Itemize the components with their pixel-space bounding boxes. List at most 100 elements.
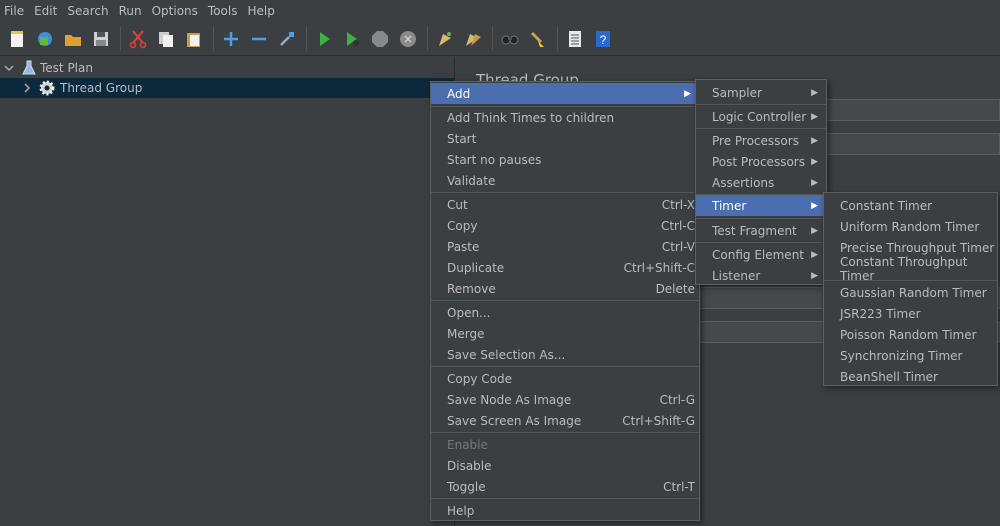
- menu-item-label: Remove: [447, 281, 496, 296]
- menu-search[interactable]: Search: [67, 4, 108, 18]
- timer-submenu: Constant Timer Uniform Random Timer Prec…: [823, 192, 998, 386]
- menu-item-validate[interactable]: Validate: [431, 170, 699, 191]
- menu-separator: [696, 128, 826, 129]
- chevron-down-icon[interactable]: [4, 63, 14, 73]
- chevron-right-icon[interactable]: [22, 83, 32, 93]
- menu-tools[interactable]: Tools: [208, 4, 238, 18]
- menu-item-uniform-random-timer[interactable]: Uniform Random Timer: [824, 216, 997, 237]
- menu-item-label: Synchronizing Timer: [840, 348, 963, 363]
- menu-item-label: Copy: [447, 218, 478, 233]
- start-no-pauses-icon[interactable]: [341, 28, 363, 50]
- open-icon[interactable]: [62, 28, 84, 50]
- menu-item-label: BeanShell Timer: [840, 369, 938, 384]
- menu-item-synchronizing-timer[interactable]: Synchronizing Timer: [824, 345, 997, 366]
- menu-item-timer[interactable]: Timer ▶: [696, 195, 826, 216]
- stop-icon[interactable]: [369, 28, 391, 50]
- menu-item-label: Add Think Times to children: [447, 110, 615, 125]
- svg-text:?: ?: [600, 33, 607, 47]
- shortcut-label: Ctrl+Shift-G: [622, 413, 695, 428]
- menu-item-label: Enable: [447, 437, 488, 452]
- expand-icon[interactable]: [220, 28, 242, 50]
- menu-item-copy-code[interactable]: Copy Code: [431, 368, 699, 389]
- menu-item-constant-throughput-timer[interactable]: Constant Throughput Timer: [824, 255, 997, 283]
- chevron-right-icon: ▶: [811, 135, 818, 146]
- menu-item-constant-timer[interactable]: Constant Timer: [824, 195, 997, 216]
- menu-item-label: Constant Throughput Timer: [840, 254, 968, 283]
- cut-icon[interactable]: [127, 28, 149, 50]
- shortcut-label: Ctrl-G: [659, 392, 695, 407]
- templates-icon[interactable]: [34, 28, 56, 50]
- chevron-right-icon: ▶: [811, 249, 818, 260]
- menu-item-paste[interactable]: Paste Ctrl-V: [431, 236, 699, 257]
- menu-item-label: Gaussian Random Timer: [840, 285, 987, 300]
- menu-item-assertions[interactable]: Assertions ▶: [696, 172, 826, 193]
- shortcut-label: Ctrl-C: [660, 218, 695, 233]
- new-icon[interactable]: [6, 28, 28, 50]
- menu-item-label: Sampler: [712, 85, 762, 100]
- collapse-icon[interactable]: [248, 28, 270, 50]
- tree-node-thread-group[interactable]: Thread Group: [0, 78, 455, 98]
- menu-item-merge[interactable]: Merge: [431, 323, 699, 344]
- menu-item-label: Paste: [447, 239, 480, 254]
- gear-icon: [38, 79, 56, 97]
- name-field[interactable]: [822, 99, 1000, 121]
- menu-item-save-selection-as[interactable]: Save Selection As...: [431, 344, 699, 365]
- menu-item-toggle[interactable]: Toggle Ctrl-T: [431, 476, 699, 497]
- save-icon[interactable]: [90, 28, 112, 50]
- menu-item-logic-controller[interactable]: Logic Controller ▶: [696, 106, 826, 127]
- menu-item-open[interactable]: Open...: [431, 302, 699, 323]
- menu-item-copy[interactable]: Copy Ctrl-C: [431, 215, 699, 236]
- menu-item-poisson-random-timer[interactable]: Poisson Random Timer: [824, 324, 997, 345]
- menu-help[interactable]: Help: [247, 4, 274, 18]
- start-icon[interactable]: [313, 28, 335, 50]
- menu-file[interactable]: File: [4, 4, 24, 18]
- menu-edit[interactable]: Edit: [34, 4, 57, 18]
- menu-item-beanshell-timer[interactable]: BeanShell Timer: [824, 366, 997, 387]
- menu-item-add[interactable]: Add ▶: [431, 83, 699, 104]
- menu-item-label: Copy Code: [447, 371, 512, 386]
- menu-item-disable[interactable]: Disable: [431, 455, 699, 476]
- menu-item-config-element[interactable]: Config Element ▶: [696, 244, 826, 265]
- menu-item-gaussian-random-timer[interactable]: Gaussian Random Timer: [824, 282, 997, 303]
- menu-item-label: Save Screen As Image: [447, 413, 582, 428]
- menu-item-start[interactable]: Start: [431, 128, 699, 149]
- menu-item-test-fragment[interactable]: Test Fragment ▶: [696, 220, 826, 241]
- toggle-icon[interactable]: [276, 28, 298, 50]
- menu-item-sampler[interactable]: Sampler ▶: [696, 82, 826, 103]
- chevron-right-icon: ▶: [811, 200, 818, 211]
- menu-item-save-node-as-image[interactable]: Save Node As Image Ctrl-G: [431, 389, 699, 410]
- clear-icon[interactable]: [434, 28, 456, 50]
- menu-item-pre-processors[interactable]: Pre Processors ▶: [696, 130, 826, 151]
- comments-field[interactable]: [822, 133, 1000, 155]
- toolbar-separator: [492, 26, 493, 51]
- clear-all-icon[interactable]: [462, 28, 484, 50]
- chevron-right-icon: ▶: [811, 111, 818, 122]
- shutdown-icon[interactable]: [397, 28, 419, 50]
- menu-separator: [431, 366, 699, 367]
- menu-item-listener[interactable]: Listener ▶: [696, 265, 826, 286]
- paste-icon[interactable]: [183, 28, 205, 50]
- menu-item-label: Validate: [447, 173, 496, 188]
- menu-run[interactable]: Run: [119, 4, 142, 18]
- menu-item-cut[interactable]: Cut Ctrl-X: [431, 194, 699, 215]
- menu-item-jsr223-timer[interactable]: JSR223 Timer: [824, 303, 997, 324]
- menu-separator: [431, 498, 699, 499]
- menu-options[interactable]: Options: [152, 4, 198, 18]
- copy-icon[interactable]: [155, 28, 177, 50]
- menu-item-remove[interactable]: Remove Delete: [431, 278, 699, 299]
- reset-search-icon[interactable]: [527, 28, 549, 50]
- menu-item-add-think-times[interactable]: Add Think Times to children: [431, 107, 699, 128]
- function-helper-icon[interactable]: [564, 28, 586, 50]
- tree-node-test-plan[interactable]: Test Plan: [0, 58, 455, 78]
- search-icon[interactable]: [499, 28, 521, 50]
- menu-item-duplicate[interactable]: Duplicate Ctrl+Shift-C: [431, 257, 699, 278]
- menu-item-start-no-pauses[interactable]: Start no pauses: [431, 149, 699, 170]
- menu-item-label: Uniform Random Timer: [840, 219, 980, 234]
- help-icon[interactable]: ?: [592, 28, 614, 50]
- menu-item-help[interactable]: Help: [431, 500, 699, 521]
- menu-separator: [431, 192, 699, 193]
- menu-item-post-processors[interactable]: Post Processors ▶: [696, 151, 826, 172]
- menu-item-label: Timer: [712, 198, 747, 213]
- chevron-right-icon: ▶: [811, 156, 818, 167]
- menu-item-save-screen-as-image[interactable]: Save Screen As Image Ctrl+Shift-G: [431, 410, 699, 431]
